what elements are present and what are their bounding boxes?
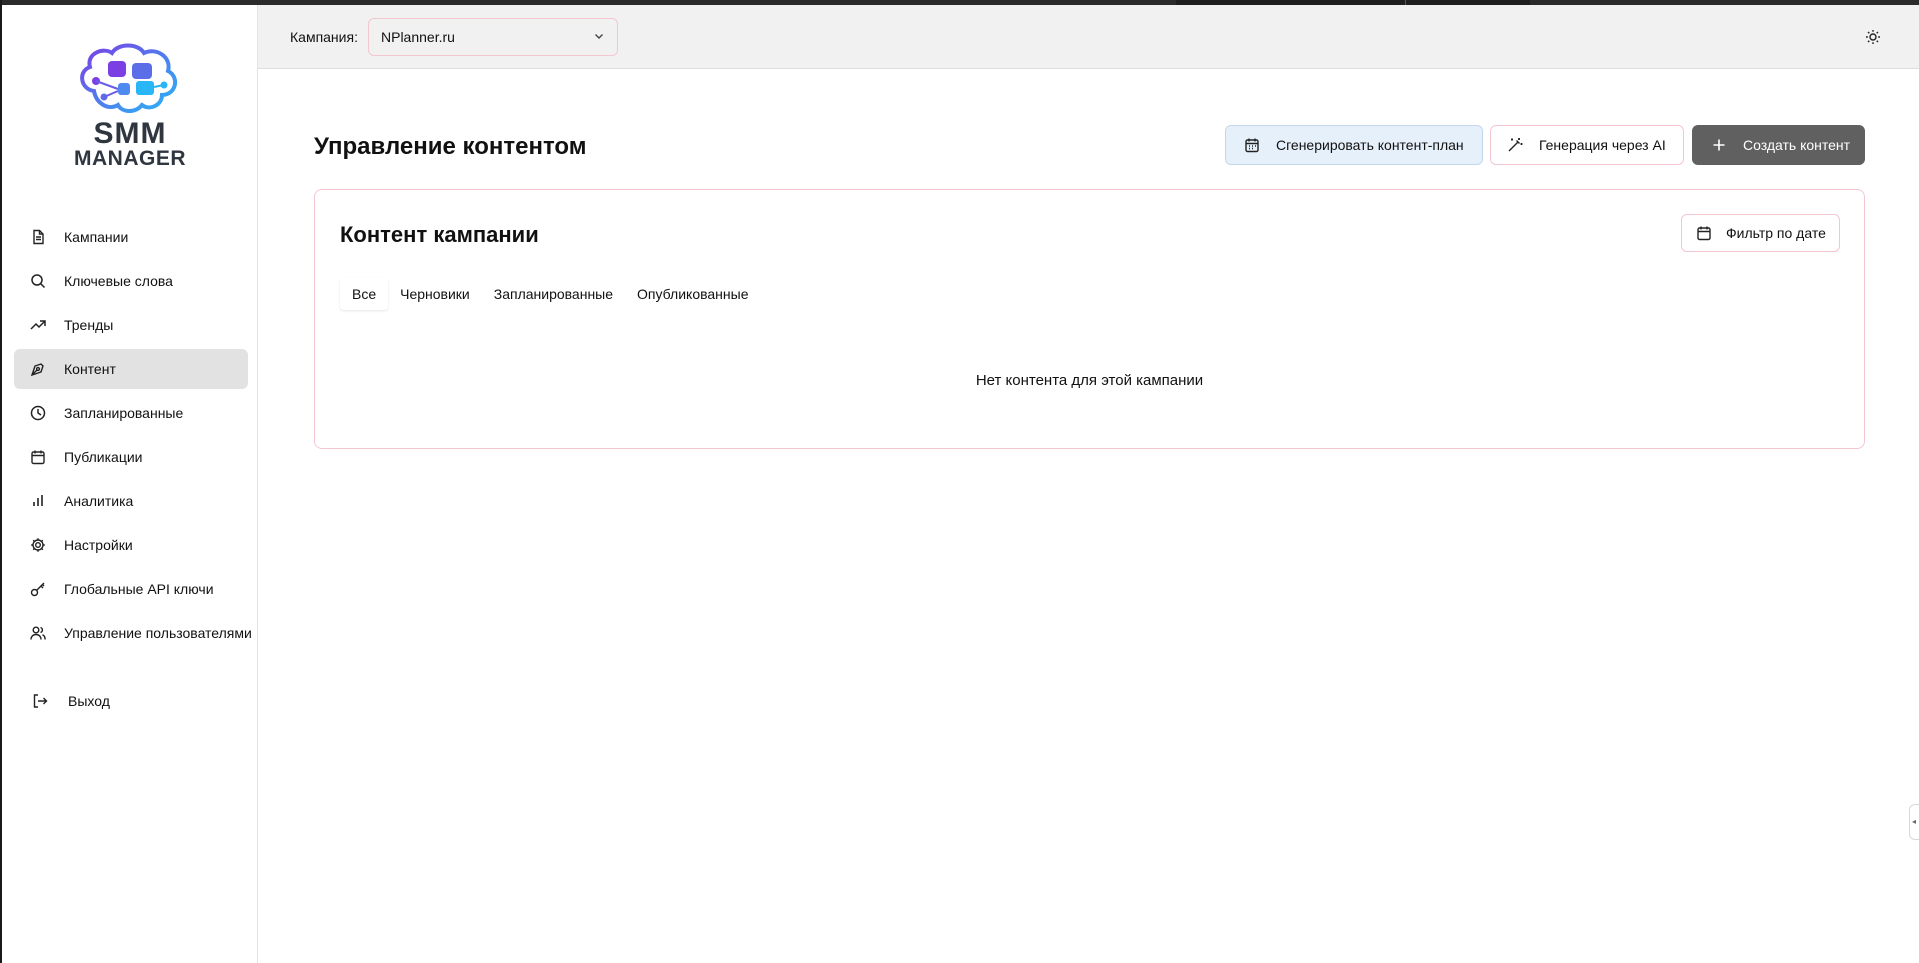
sidebar-item-trends[interactable]: Тренды [14, 305, 248, 345]
clock-icon [30, 405, 46, 421]
plus-icon [1711, 137, 1727, 153]
sidebar-item-label: Запланированные [64, 405, 184, 421]
campaign-select[interactable]: NPlanner.ru [368, 18, 618, 56]
sidebar-item-keywords[interactable]: Ключевые слова [14, 261, 248, 301]
bar-chart-icon [30, 493, 46, 509]
sidebar-item-analytics[interactable]: Аналитика [14, 481, 248, 521]
sidebar: SMM MANAGER Кампании Ключевые слова Трен… [2, 5, 258, 963]
sidebar-item-label: Публикации [64, 449, 143, 465]
sidebar-item-publications[interactable]: Публикации [14, 437, 248, 477]
sidebar-item-users[interactable]: Управление пользователями [14, 613, 252, 653]
sidebar-item-settings[interactable]: Настройки [14, 525, 248, 565]
card-title: Контент кампании [340, 222, 539, 247]
create-content-label: Создать контент [1743, 137, 1851, 153]
ai-generate-label: Генерация через AI [1539, 137, 1666, 153]
sidebar-item-label: Тренды [64, 317, 114, 333]
date-filter-button[interactable]: Фильтр по дате [1681, 214, 1840, 252]
chevron-left-icon: ◂ [1912, 817, 1917, 826]
logo: SMM MANAGER [74, 41, 186, 177]
pen-tool-icon [30, 361, 46, 377]
ai-generate-button[interactable]: Генерация через AI [1490, 125, 1684, 165]
logo-title: SMM [93, 117, 167, 150]
document-icon [30, 229, 46, 245]
key-icon [30, 581, 46, 597]
content-tabs: Все Черновики Запланированные Опубликова… [340, 276, 760, 312]
campaign-select-value: NPlanner.ru [381, 29, 455, 45]
logout-icon [32, 693, 48, 709]
sidebar-item-scheduled[interactable]: Запланированные [14, 393, 248, 433]
search-icon [30, 273, 46, 289]
generate-content-plan-label: Сгенерировать контент-план [1276, 137, 1464, 153]
tab-published[interactable]: Опубликованные [625, 278, 760, 310]
campaign-label: Кампания: [290, 29, 358, 45]
trending-up-icon [30, 317, 46, 333]
theme-toggle-sun-icon[interactable] [1865, 29, 1881, 45]
chevron-down-icon [593, 29, 605, 45]
logout-label: Выход [68, 693, 110, 709]
gear-icon [30, 537, 46, 553]
side-panel-handle[interactable]: ◂ [1909, 804, 1919, 840]
sidebar-item-content[interactable]: Контент [14, 349, 248, 389]
create-content-button[interactable]: Создать контент [1692, 125, 1865, 165]
calendar-icon [1696, 225, 1712, 241]
magic-wand-icon [1507, 137, 1523, 153]
page-title: Управление контентом [314, 133, 587, 160]
logout-button[interactable]: Выход [32, 693, 110, 709]
sidebar-item-label: Ключевые слова [64, 273, 173, 289]
sidebar-nav: Кампании Ключевые слова Тренды Контент З… [14, 217, 252, 657]
generate-content-plan-button[interactable]: Сгенерировать контент-план [1225, 125, 1483, 165]
sidebar-item-label: Управление пользователями [64, 625, 252, 641]
tab-all[interactable]: Все [340, 278, 389, 310]
brain-logo-icon [80, 43, 178, 113]
tab-drafts[interactable]: Черновики [388, 278, 482, 310]
sidebar-item-label: Кампании [64, 229, 129, 245]
sidebar-item-label: Контент [64, 361, 116, 377]
sidebar-item-label: Глобальные API ключи [64, 581, 214, 597]
sidebar-item-campaigns[interactable]: Кампании [14, 217, 248, 257]
sidebar-item-label: Настройки [64, 537, 133, 553]
campaign-content-card: Контент кампании Фильтр по дате Все Черн… [314, 189, 1865, 449]
users-icon [30, 625, 46, 641]
sidebar-item-api-keys[interactable]: Глобальные API ключи [14, 569, 248, 609]
empty-state-message: Нет контента для этой кампании [975, 372, 1204, 389]
top-header: Кампания: NPlanner.ru [258, 5, 1919, 69]
date-filter-label: Фильтр по дате [1726, 225, 1826, 241]
tab-scheduled[interactable]: Запланированные [482, 278, 625, 310]
calendar-icon [30, 449, 46, 465]
sidebar-item-label: Аналитика [64, 493, 134, 509]
calendar-icon [1244, 137, 1260, 153]
logo-subtitle: MANAGER [74, 147, 186, 170]
